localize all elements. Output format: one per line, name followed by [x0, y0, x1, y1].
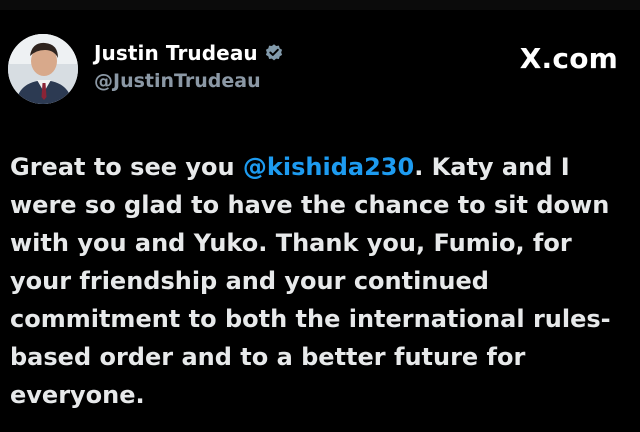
name-row: Justin Trudeau: [94, 40, 284, 66]
mention-link[interactable]: @kishida230: [243, 153, 414, 181]
avatar[interactable]: [8, 34, 78, 104]
top-strip: [0, 0, 640, 10]
verified-badge-icon: [264, 43, 284, 63]
handle[interactable]: @JustinTrudeau: [94, 70, 284, 92]
display-name[interactable]: Justin Trudeau: [94, 41, 258, 65]
tweet-body: Great to see you @kishida230. Katy and I…: [10, 148, 634, 414]
profile-photo-avatar: [8, 34, 78, 104]
x-logo-icon: X.com: [519, 42, 618, 75]
tweet-text-rest: . Katy and I were so glad to have the ch…: [10, 153, 611, 409]
tweet-card: Justin Trudeau @JustinTrudeau X.com Grea…: [0, 0, 640, 432]
author-identity: Justin Trudeau @JustinTrudeau: [94, 40, 284, 92]
tweet-text-start: Great to see you: [10, 153, 243, 181]
tweet-header: Justin Trudeau @JustinTrudeau X.com: [0, 26, 640, 116]
